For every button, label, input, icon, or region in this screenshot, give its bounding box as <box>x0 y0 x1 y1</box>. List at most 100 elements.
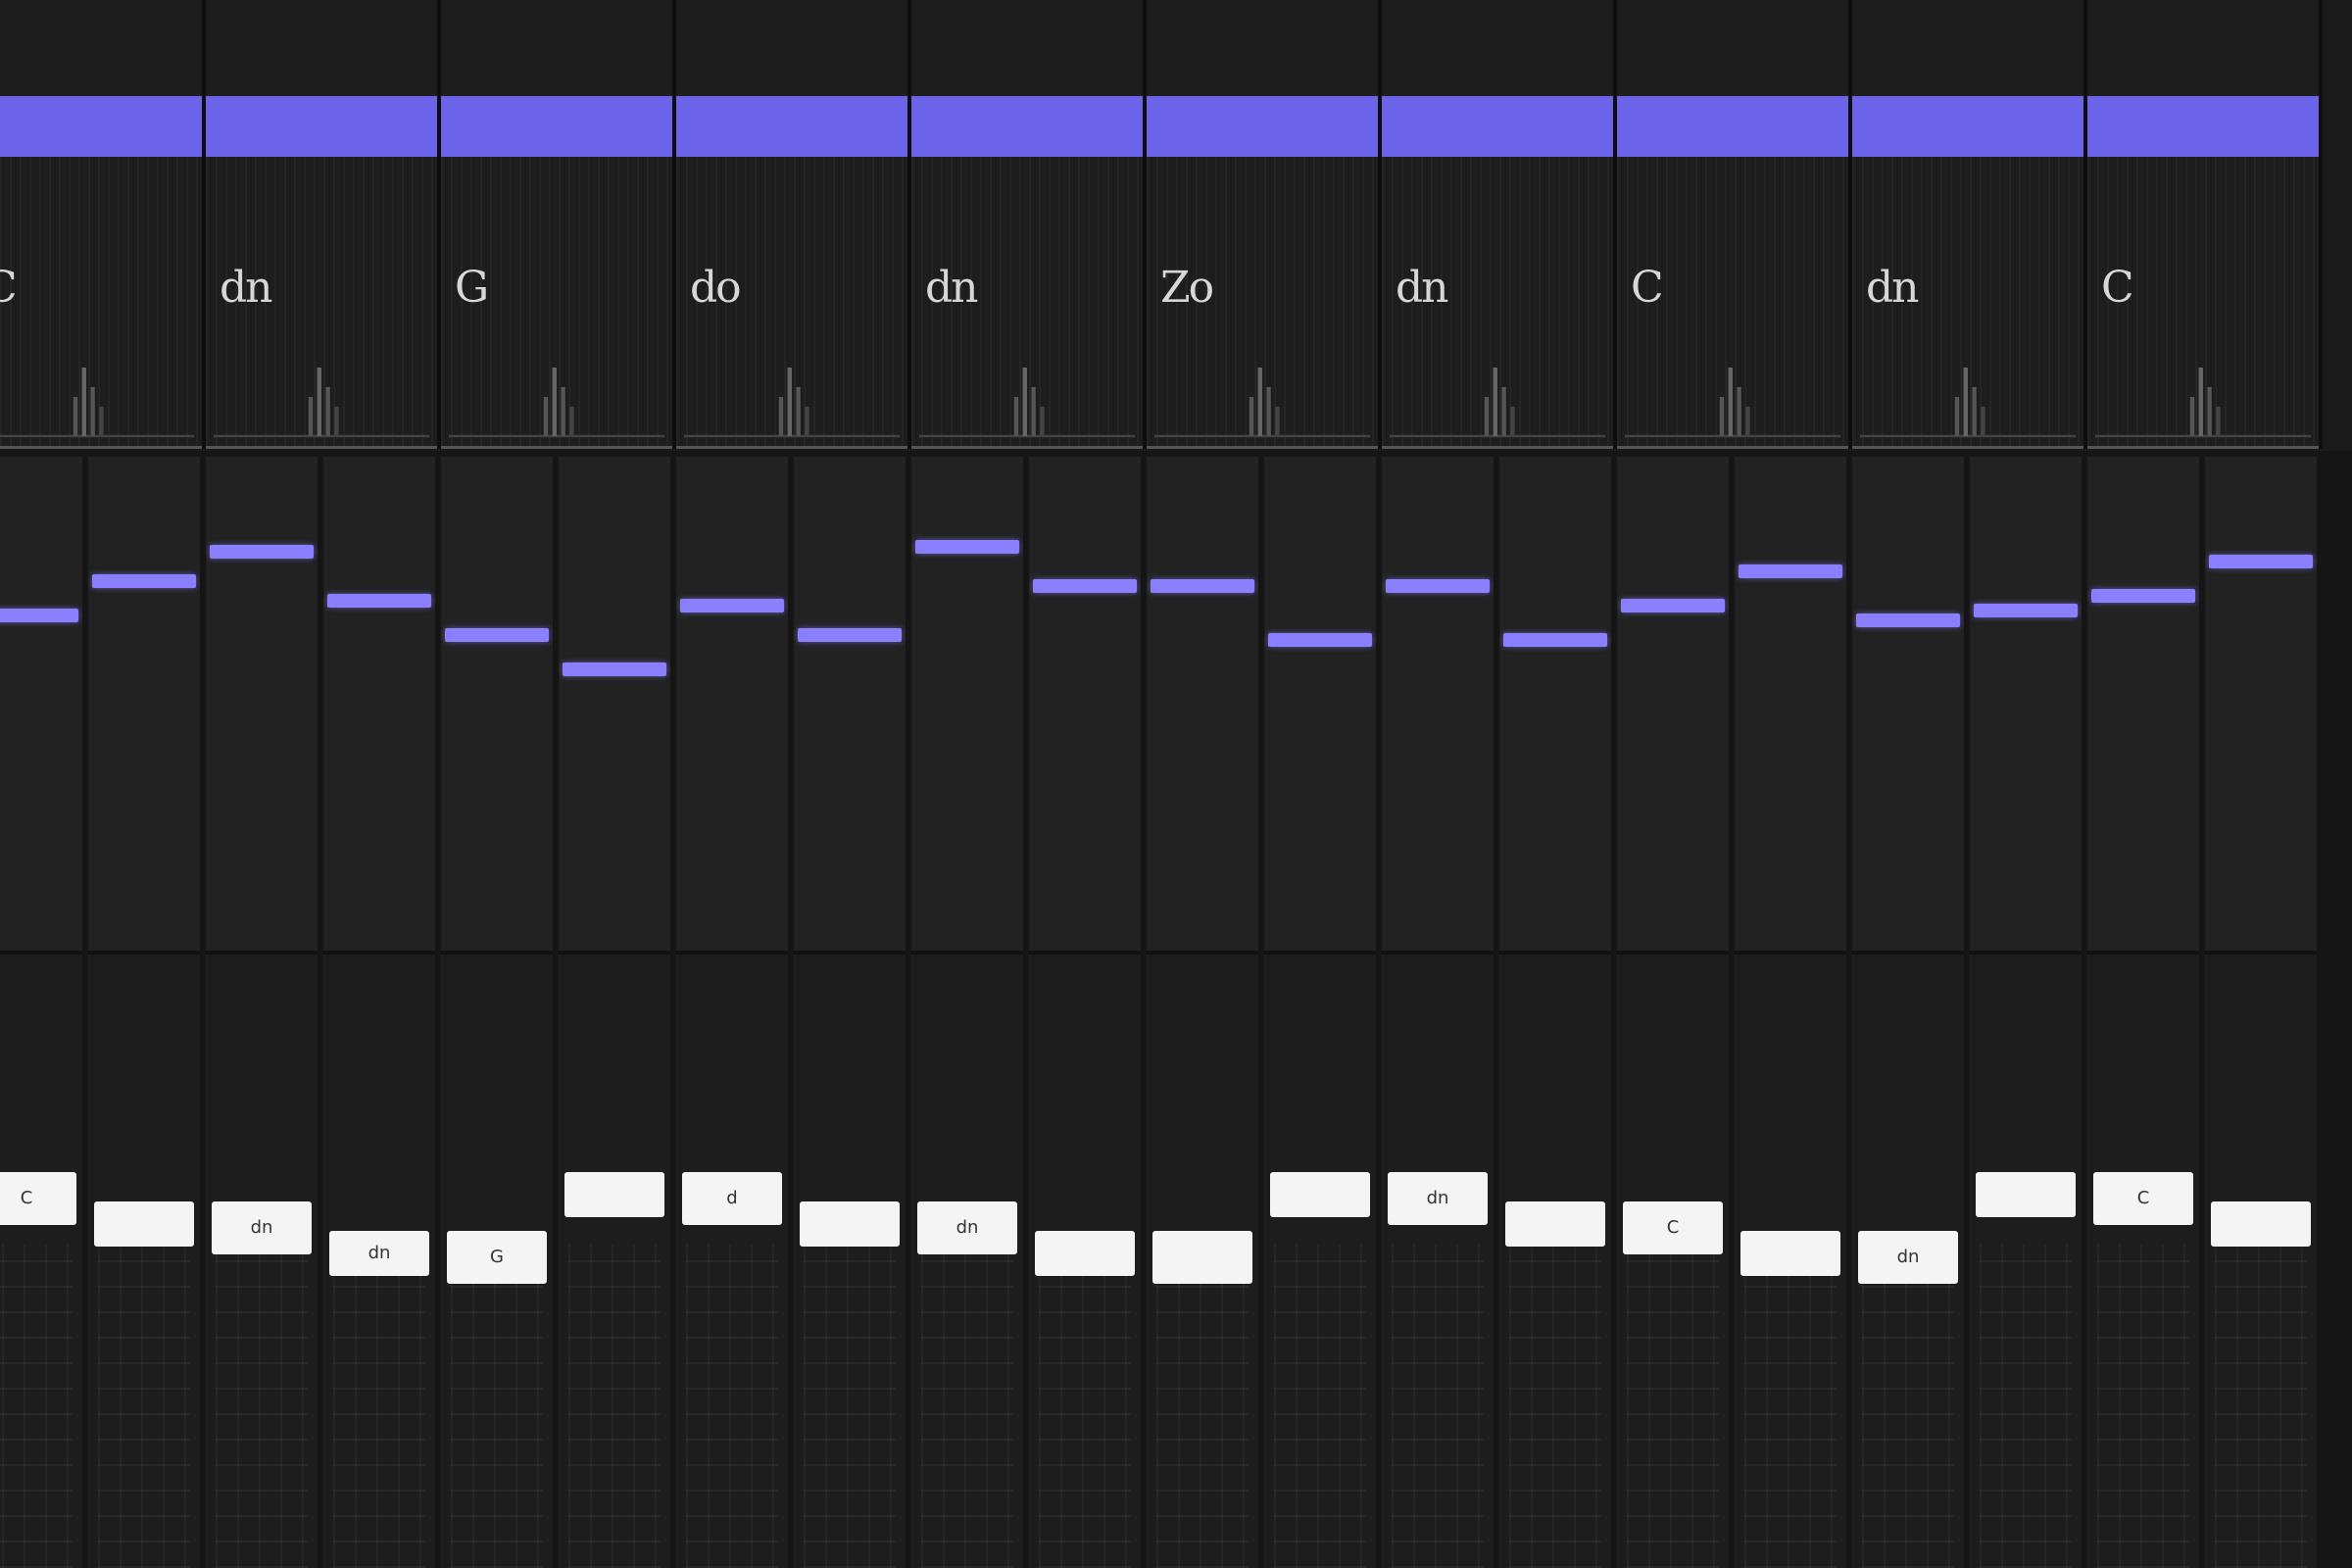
note-lane[interactable] <box>1029 457 1141 1568</box>
note-bar[interactable] <box>1268 633 1372 647</box>
note-lane[interactable] <box>1499 457 1611 1568</box>
note-label-tag[interactable]: C <box>2093 1172 2193 1225</box>
note-bar[interactable] <box>1503 633 1607 647</box>
selection-bar[interactable] <box>2087 96 2319 157</box>
note-label-tag[interactable] <box>800 1201 900 1247</box>
note-lane[interactable] <box>1735 457 1846 1568</box>
note-lane[interactable]: dn <box>1852 457 1964 1568</box>
lane-grid <box>98 1245 190 1568</box>
selection-bar[interactable] <box>206 96 437 157</box>
note-label-tag[interactable] <box>1152 1231 1252 1284</box>
note-label-tag[interactable]: dn <box>212 1201 312 1254</box>
chord-label: G <box>455 263 489 313</box>
note-bar[interactable] <box>1856 613 1960 627</box>
note-bar[interactable] <box>1151 579 1254 593</box>
note-label-tag[interactable] <box>1976 1172 2076 1217</box>
note-label-tag[interactable]: C <box>1623 1201 1723 1254</box>
header-divider <box>206 446 437 449</box>
selection-bar[interactable] <box>911 96 1143 157</box>
note-label-tag[interactable] <box>1505 1201 1605 1247</box>
lane-divider <box>2205 951 2317 955</box>
note-label-tag[interactable] <box>1270 1172 1370 1217</box>
note-bar[interactable] <box>0 609 78 622</box>
lane-grid <box>1274 1245 1366 1568</box>
note-bar[interactable] <box>563 662 666 676</box>
lane-divider <box>676 951 788 955</box>
note-bar[interactable] <box>915 540 1019 554</box>
note-lane[interactable] <box>559 457 670 1568</box>
note-label-tag[interactable]: G <box>447 1231 547 1284</box>
header-divider <box>441 446 672 449</box>
chord-label: C <box>0 263 18 313</box>
lane-divider <box>559 951 670 955</box>
note-lane[interactable]: dn <box>1382 457 1494 1568</box>
lane-grid <box>2097 1245 2189 1568</box>
note-bar[interactable] <box>1621 599 1725 612</box>
selection-bar[interactable] <box>1147 96 1378 157</box>
chord-label: dn <box>1866 263 1919 313</box>
note-bar[interactable] <box>327 594 431 608</box>
chord-column-5[interactable]: dn <box>911 0 1147 449</box>
note-bar[interactable] <box>1033 579 1137 593</box>
note-lane[interactable] <box>794 457 906 1568</box>
lane-divider <box>1264 951 1376 955</box>
lane-divider <box>1617 951 1729 955</box>
note-lane[interactable]: G <box>441 457 553 1568</box>
chord-column-6[interactable]: Zo <box>1147 0 1382 449</box>
note-lane[interactable]: C <box>1617 457 1729 1568</box>
header-divider <box>676 446 907 449</box>
note-bar[interactable] <box>445 628 549 642</box>
note-label-tag[interactable]: dn <box>1388 1172 1488 1225</box>
note-bar[interactable] <box>210 545 314 559</box>
chord-column-3[interactable]: G <box>441 0 676 449</box>
chord-column-9[interactable]: dn <box>1852 0 2087 449</box>
note-label-tag[interactable] <box>564 1172 664 1217</box>
note-label-tag[interactable]: dn <box>1858 1231 1958 1284</box>
selection-bar[interactable] <box>0 96 202 157</box>
note-lane[interactable]: dn <box>911 457 1023 1568</box>
chord-column-1[interactable]: C <box>0 0 206 449</box>
note-lane[interactable] <box>2205 457 2317 1568</box>
note-bar[interactable] <box>1386 579 1490 593</box>
note-bar[interactable] <box>798 628 902 642</box>
note-lane[interactable]: d <box>676 457 788 1568</box>
selection-bar[interactable] <box>1617 96 1848 157</box>
chord-column-10[interactable]: C <box>2087 0 2323 449</box>
lane-divider <box>1735 951 1846 955</box>
selection-bar[interactable] <box>676 96 907 157</box>
note-bar[interactable] <box>92 574 196 588</box>
note-bar[interactable] <box>680 599 784 612</box>
note-bar[interactable] <box>2209 555 2313 568</box>
note-lane[interactable]: C <box>2087 457 2199 1568</box>
chord-column-7[interactable]: dn <box>1382 0 1617 449</box>
chord-column-4[interactable]: do <box>676 0 911 449</box>
note-lane[interactable] <box>88 457 200 1568</box>
note-lane[interactable]: C <box>0 457 82 1568</box>
note-bar[interactable] <box>2091 589 2195 603</box>
selection-bar[interactable] <box>1852 96 2083 157</box>
note-bar[interactable] <box>1739 564 1842 578</box>
chord-column-8[interactable]: C <box>1617 0 1852 449</box>
selection-bar[interactable] <box>1382 96 1613 157</box>
note-label-tag[interactable] <box>1035 1231 1135 1276</box>
note-lane[interactable] <box>1970 457 2082 1568</box>
note-label-tag[interactable]: C <box>0 1172 76 1225</box>
note-lane[interactable] <box>1264 457 1376 1568</box>
note-lane[interactable] <box>1147 457 1258 1568</box>
note-label-tag[interactable]: dn <box>329 1231 429 1276</box>
note-label-tag[interactable] <box>1740 1231 1840 1276</box>
note-label-tag[interactable]: dn <box>917 1201 1017 1254</box>
lane-divider <box>1382 951 1494 955</box>
note-bar[interactable] <box>1974 604 2078 617</box>
lane-grid <box>568 1245 661 1568</box>
lane-grid <box>1980 1245 2072 1568</box>
lane-grid <box>921 1245 1013 1568</box>
note-lane[interactable]: dn <box>206 457 318 1568</box>
selection-bar[interactable] <box>441 96 672 157</box>
level-meter <box>684 343 900 441</box>
note-label-tag[interactable] <box>94 1201 194 1247</box>
chord-column-2[interactable]: dn <box>206 0 441 449</box>
note-label-tag[interactable]: d <box>682 1172 782 1225</box>
note-label-tag[interactable] <box>2211 1201 2311 1247</box>
note-lane[interactable]: dn <box>323 457 435 1568</box>
